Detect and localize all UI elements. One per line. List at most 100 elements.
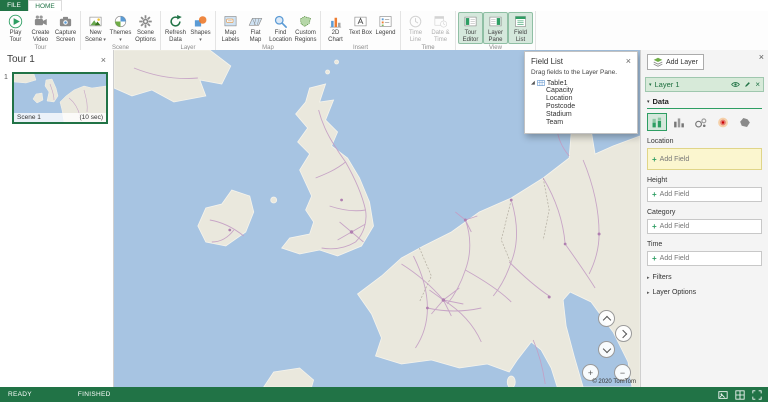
viz-type-region[interactable] xyxy=(735,113,755,131)
add-layer-button[interactable]: Add Layer xyxy=(647,54,704,70)
tour-panel-close-icon[interactable]: × xyxy=(101,55,106,65)
ribbon-group-tour: Play TourCreate VideoCapture ScreenTour xyxy=(1,11,81,50)
tilt-down-button[interactable] xyxy=(598,341,615,358)
field-item-stadium[interactable]: Stadium xyxy=(531,111,631,119)
find-location-icon xyxy=(273,14,288,29)
chevron-down-icon: ▾ xyxy=(199,37,202,43)
ribbon-button-field-list[interactable]: Field List xyxy=(508,12,533,44)
fullscreen-icon[interactable] xyxy=(752,390,762,400)
add-field-label: Add Field xyxy=(660,191,690,198)
layer-options-section[interactable]: ▸ Layer Options xyxy=(647,289,762,296)
ribbon-button-map-labels[interactable]: Map Labels xyxy=(218,12,243,44)
layer-options-label: Layer Options xyxy=(653,289,697,296)
chevron-up-icon xyxy=(602,315,610,323)
rotate-right-button[interactable] xyxy=(615,325,632,342)
layer-pane-icon xyxy=(488,14,503,29)
section-location: Location+Add Field xyxy=(647,138,762,170)
region-icon xyxy=(738,116,752,129)
ribbon-button-find-location[interactable]: Find Location xyxy=(268,12,293,44)
themes-icon xyxy=(113,14,128,29)
ribbon-button-shapes[interactable]: Shapes ▾ xyxy=(188,12,213,44)
viz-type-stacked-column[interactable] xyxy=(647,113,667,131)
ribbon-button-label: Refresh Data xyxy=(164,30,187,43)
layer-field-sections: Location+Add FieldHeight+Add FieldCatego… xyxy=(641,138,768,266)
chevron-down-icon: ▾ xyxy=(102,37,106,43)
data-section-header[interactable]: ▾ Data xyxy=(647,97,762,109)
bubble-icon xyxy=(694,116,708,129)
delete-layer-icon[interactable]: × xyxy=(755,80,760,89)
filters-label: Filters xyxy=(653,274,672,281)
ribbon-group-view: Tour EditorLayer PaneField ListView xyxy=(456,11,536,50)
stacked-column-icon xyxy=(650,116,664,129)
status-ready: READY xyxy=(8,391,32,398)
ribbon-button-tour-editor[interactable]: Tour Editor xyxy=(458,12,483,44)
field-list-title: Field List xyxy=(531,57,563,66)
category-add-field[interactable]: +Add Field xyxy=(647,219,762,234)
rename-pencil-icon[interactable] xyxy=(743,81,752,88)
custom-regions-icon xyxy=(298,14,313,29)
viz-type-clustered-column[interactable] xyxy=(669,113,689,131)
field-list-close-icon[interactable]: × xyxy=(626,56,631,66)
field-item-team[interactable]: Team xyxy=(531,119,631,127)
ribbon-button-label: Create Video xyxy=(29,30,52,43)
height-add-field[interactable]: +Add Field xyxy=(647,187,762,202)
ribbon-button-new-scene[interactable]: New Scene ▾ xyxy=(83,12,108,44)
visibility-eye-icon[interactable] xyxy=(731,81,740,88)
tab-home[interactable]: HOME xyxy=(28,0,62,11)
status-finished: FINISHED xyxy=(78,391,111,398)
scene-duration: (10 sec) xyxy=(80,114,103,121)
ribbon-button-refresh-data[interactable]: Refresh Data xyxy=(163,12,188,44)
ribbon-group-insert: 2D ChartText BoxLegendInsert xyxy=(321,11,401,50)
ribbon-button-label: Custom Regions xyxy=(294,30,317,43)
grid-view-icon[interactable] xyxy=(735,390,745,400)
tab-file[interactable]: FILE xyxy=(0,0,28,11)
heat-map-icon xyxy=(716,116,730,129)
ribbon-button-label: Tour Editor xyxy=(459,30,482,43)
field-item-capacity[interactable]: Capacity xyxy=(531,87,631,95)
ribbon-button-text-box[interactable]: Text Box xyxy=(348,12,373,38)
ribbon-button-layer-pane[interactable]: Layer Pane xyxy=(483,12,508,44)
ribbon-button-flat-map[interactable]: Flat Map xyxy=(243,12,268,44)
layer-pane-close-icon[interactable]: × xyxy=(759,52,764,62)
map-view-icon[interactable] xyxy=(718,390,728,400)
field-item-postcode[interactable]: Postcode xyxy=(531,103,631,111)
time-line-icon xyxy=(408,14,423,29)
ribbon-button-label: Field List xyxy=(509,30,532,43)
ribbon-button-play-tour[interactable]: Play Tour xyxy=(3,12,28,44)
ribbon-group-scene: New Scene ▾Themes ▾Scene OptionsScene xyxy=(81,11,161,50)
chevron-down-icon: ▾ xyxy=(119,37,122,43)
map-canvas[interactable]: Field List × Drag fields to the Layer Pa… xyxy=(114,50,640,387)
add-field-label: Add Field xyxy=(660,223,690,230)
ribbon-button-time-line: Time Line xyxy=(403,12,428,44)
tilt-up-button[interactable] xyxy=(598,310,615,327)
field-item-location[interactable]: Location xyxy=(531,95,631,103)
layer-header[interactable]: ▾ Layer 1 × xyxy=(645,77,764,92)
ribbon-button-2d-chart[interactable]: 2D Chart xyxy=(323,12,348,44)
map-copyright: © 2020 TomTom xyxy=(592,379,636,385)
ribbon-button-capture-screen[interactable]: Capture Screen xyxy=(53,12,78,44)
ribbon-button-label: Scene Options xyxy=(134,30,157,43)
plus-icon: + xyxy=(652,254,657,263)
filters-section[interactable]: ▸ Filters xyxy=(647,274,762,281)
ribbon-button-custom-regions[interactable]: Custom Regions xyxy=(293,12,318,44)
location-add-field[interactable]: +Add Field xyxy=(647,148,762,170)
ribbon-button-themes[interactable]: Themes ▾ xyxy=(108,12,133,44)
viz-type-heat-map[interactable] xyxy=(713,113,733,131)
ribbon-button-scene-options[interactable]: Scene Options xyxy=(133,12,158,44)
ribbon-button-label: Date & Time xyxy=(429,30,452,43)
field-list-icon xyxy=(513,14,528,29)
text-box-icon xyxy=(353,14,368,29)
scene-thumbnail[interactable]: Scene 1 (10 sec) xyxy=(12,72,108,124)
chevron-right-icon: ▸ xyxy=(647,290,650,296)
ribbon-button-legend[interactable]: Legend xyxy=(373,12,398,38)
ribbon-button-label: Flat Map xyxy=(244,30,267,43)
viz-type-bubble[interactable] xyxy=(691,113,711,131)
chart-2d-icon xyxy=(328,14,343,29)
ribbon-button-create-video[interactable]: Create Video xyxy=(28,12,53,44)
field-list-table-row[interactable]: ◢ Table1 xyxy=(531,79,631,87)
section-label-category: Category xyxy=(647,209,762,216)
field-list-panel: Field List × Drag fields to the Layer Pa… xyxy=(524,51,638,134)
ribbon: Play TourCreate VideoCapture ScreenTourN… xyxy=(0,11,768,51)
time-add-field[interactable]: +Add Field xyxy=(647,251,762,266)
layer-name: Layer 1 xyxy=(655,80,729,89)
